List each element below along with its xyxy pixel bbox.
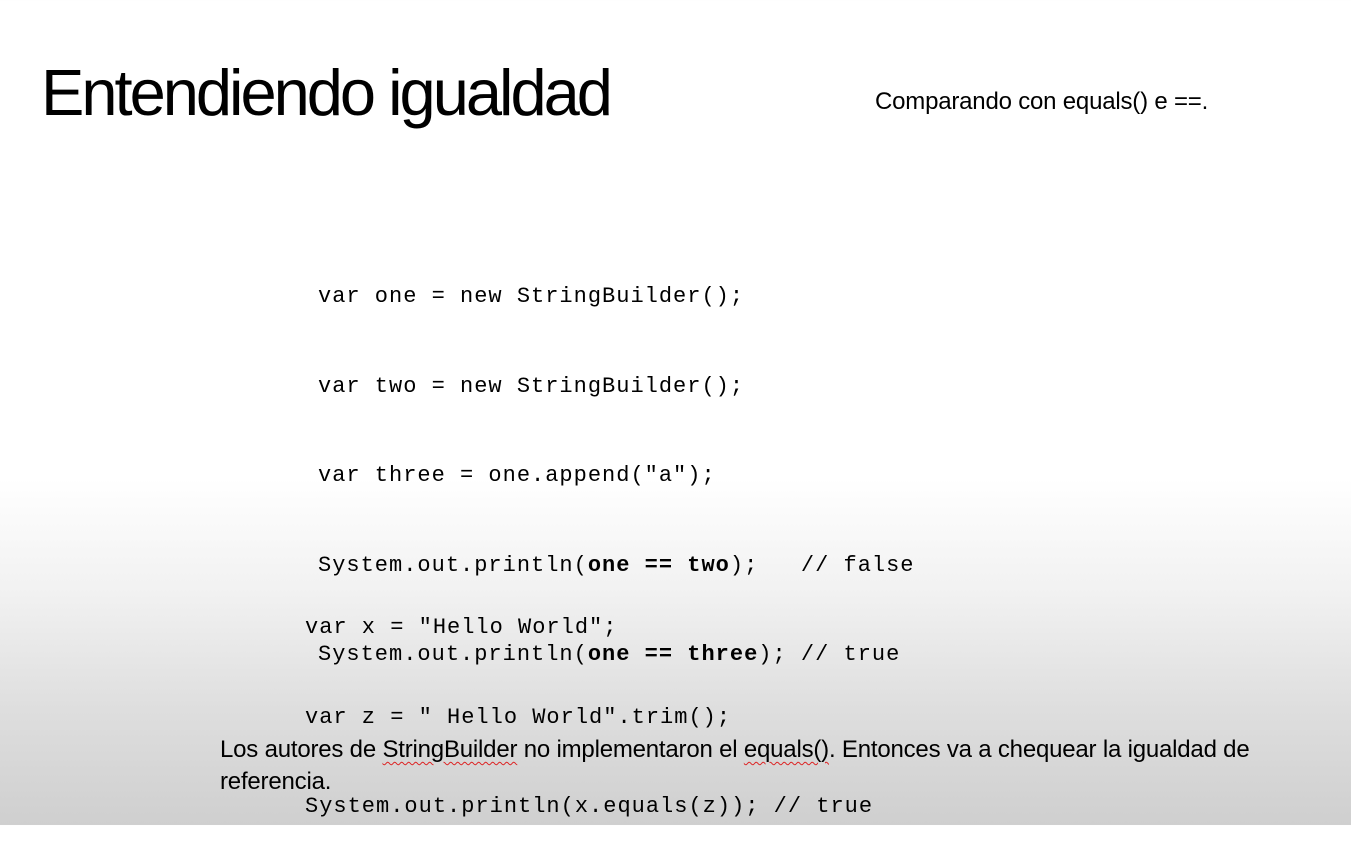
note-text: no implementaron el (517, 736, 744, 763)
note-text: Los autores de (220, 736, 383, 763)
note-misspelled-word: equals() (743, 736, 829, 763)
code-line: var z = " Hello World".trim(); (305, 704, 732, 730)
slide-subtitle: Comparando con equals() e ==. (875, 88, 1209, 115)
slide-title: Entendiendo igualdad (41, 56, 613, 129)
code-line: var two = new StringBuilder(); (318, 373, 745, 399)
code-line: var three = one.append("a"); (318, 463, 716, 489)
note-misspelled-word: StringBuilder (382, 736, 518, 763)
code-line: var x = "Hello World"; (305, 615, 618, 640)
code-line: var one = new StringBuilder(); (318, 284, 745, 309)
code-block-string-equals: var x = "Hello World"; var z = " Hello W… (305, 558, 873, 852)
explanation-note: Los autores de StringBuilder no implemen… (220, 734, 1300, 798)
